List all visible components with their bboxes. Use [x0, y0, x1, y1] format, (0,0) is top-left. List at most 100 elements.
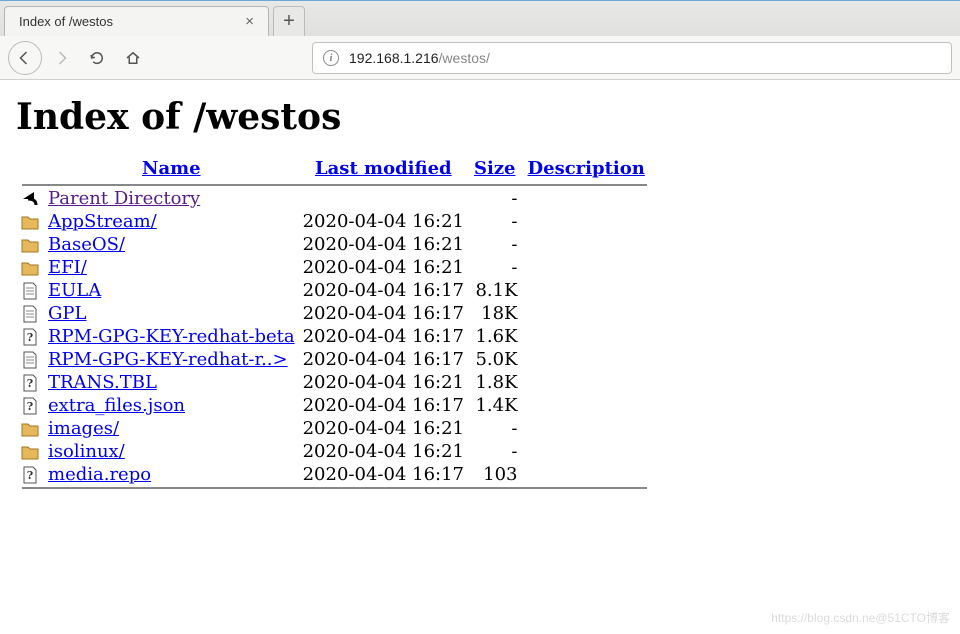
table-row: images/2020-04-04 16:21-: [16, 417, 651, 440]
header-size[interactable]: Size: [468, 154, 522, 183]
file-type-icon: [16, 279, 44, 302]
table-row: ? RPM-GPG-KEY-redhat-beta2020-04-04 16:17…: [16, 325, 651, 348]
entry-modified: 2020-04-04 16:17: [299, 325, 468, 348]
browser-tab[interactable]: Index of /westos ×: [4, 6, 269, 36]
entry-size: -: [468, 233, 522, 256]
svg-text:?: ?: [27, 400, 33, 413]
close-tab-icon[interactable]: ×: [239, 13, 260, 30]
svg-text:?: ?: [27, 469, 33, 482]
directory-listing: Name Last modified Size Description Pare…: [16, 154, 651, 490]
home-button[interactable]: [116, 41, 150, 75]
svg-text:?: ?: [27, 331, 33, 344]
table-row: GPL2020-04-04 16:1718K: [16, 302, 651, 325]
entry-modified: 2020-04-04 16:17: [299, 348, 468, 371]
entry-name[interactable]: Parent Directory: [44, 187, 299, 210]
file-type-icon: [16, 302, 44, 325]
entry-name[interactable]: AppStream/: [44, 210, 299, 233]
page-content: Index of /westos Name Last modified Size…: [0, 80, 960, 506]
forward-button[interactable]: [44, 41, 78, 75]
file-type-icon: [16, 210, 44, 233]
header-description[interactable]: Description: [522, 154, 651, 183]
entry-description: [522, 187, 651, 210]
entry-size: 1.8K: [468, 371, 522, 394]
entry-description: [522, 417, 651, 440]
reload-icon: [88, 49, 106, 67]
entry-name[interactable]: EULA: [44, 279, 299, 302]
back-button[interactable]: [8, 41, 42, 75]
entry-description: [522, 325, 651, 348]
entry-modified: 2020-04-04 16:17: [299, 279, 468, 302]
file-type-icon: [16, 256, 44, 279]
entry-size: 18K: [468, 302, 522, 325]
entry-name[interactable]: images/: [44, 417, 299, 440]
entry-description: [522, 371, 651, 394]
entry-description: [522, 440, 651, 463]
url-text: 192.168.1.216/westos/: [349, 50, 490, 66]
entry-description: [522, 394, 651, 417]
entry-size: -: [468, 187, 522, 210]
entry-name[interactable]: BaseOS/: [44, 233, 299, 256]
table-row: ? extra_files.json2020-04-04 16:171.4K: [16, 394, 651, 417]
table-row: AppStream/2020-04-04 16:21-: [16, 210, 651, 233]
address-bar[interactable]: i 192.168.1.216/westos/: [312, 42, 952, 74]
entry-description: [522, 210, 651, 233]
reload-button[interactable]: [80, 41, 114, 75]
entry-size: -: [468, 256, 522, 279]
table-row: EFI/2020-04-04 16:21-: [16, 256, 651, 279]
table-row: Parent Directory -: [16, 187, 651, 210]
new-tab-button[interactable]: +: [273, 6, 305, 36]
entry-name[interactable]: media.repo: [44, 463, 299, 486]
entry-name[interactable]: TRANS.TBL: [44, 371, 299, 394]
header-name[interactable]: Name: [44, 154, 299, 183]
entry-description: [522, 256, 651, 279]
entry-size: -: [468, 210, 522, 233]
entry-name[interactable]: RPM-GPG-KEY-redhat-r..>: [44, 348, 299, 371]
entry-description: [522, 463, 651, 486]
entry-description: [522, 279, 651, 302]
watermark-text: https://blog.csdn.ne@51CTO博客: [771, 609, 950, 626]
table-row: ? TRANS.TBL2020-04-04 16:211.8K: [16, 371, 651, 394]
header-row: Name Last modified Size Description: [16, 154, 651, 183]
entry-size: 1.4K: [468, 394, 522, 417]
entry-modified: [299, 187, 468, 210]
file-type-icon: ?: [16, 325, 44, 348]
file-type-icon: [16, 187, 44, 210]
tab-bar: Index of /westos × +: [0, 0, 960, 36]
entry-description: [522, 233, 651, 256]
browser-toolbar: i 192.168.1.216/westos/: [0, 36, 960, 80]
entry-size: 103: [468, 463, 522, 486]
arrow-right-icon: [52, 49, 70, 67]
entry-modified: 2020-04-04 16:21: [299, 210, 468, 233]
file-type-icon: [16, 233, 44, 256]
header-last-modified[interactable]: Last modified: [299, 154, 468, 183]
table-row: EULA2020-04-04 16:178.1K: [16, 279, 651, 302]
entry-name[interactable]: RPM-GPG-KEY-redhat-beta: [44, 325, 299, 348]
entry-modified: 2020-04-04 16:21: [299, 440, 468, 463]
table-row: ? media.repo2020-04-04 16:17103: [16, 463, 651, 486]
entry-name[interactable]: EFI/: [44, 256, 299, 279]
entry-size: -: [468, 417, 522, 440]
entry-size: 5.0K: [468, 348, 522, 371]
file-type-icon: ?: [16, 371, 44, 394]
page-title: Index of /westos: [16, 96, 944, 138]
entry-modified: 2020-04-04 16:17: [299, 463, 468, 486]
entry-modified: 2020-04-04 16:17: [299, 302, 468, 325]
entry-modified: 2020-04-04 16:17: [299, 394, 468, 417]
file-type-icon: [16, 440, 44, 463]
entry-size: 8.1K: [468, 279, 522, 302]
entry-modified: 2020-04-04 16:21: [299, 233, 468, 256]
file-type-icon: [16, 348, 44, 371]
svg-text:?: ?: [27, 377, 33, 390]
table-row: BaseOS/2020-04-04 16:21-: [16, 233, 651, 256]
info-icon[interactable]: i: [323, 50, 339, 66]
file-type-icon: [16, 417, 44, 440]
file-type-icon: ?: [16, 463, 44, 486]
file-type-icon: ?: [16, 394, 44, 417]
entry-name[interactable]: isolinux/: [44, 440, 299, 463]
entry-name[interactable]: GPL: [44, 302, 299, 325]
entry-size: 1.6K: [468, 325, 522, 348]
entry-modified: 2020-04-04 16:21: [299, 256, 468, 279]
table-row: RPM-GPG-KEY-redhat-r..>2020-04-04 16:175…: [16, 348, 651, 371]
entry-modified: 2020-04-04 16:21: [299, 371, 468, 394]
entry-name[interactable]: extra_files.json: [44, 394, 299, 417]
